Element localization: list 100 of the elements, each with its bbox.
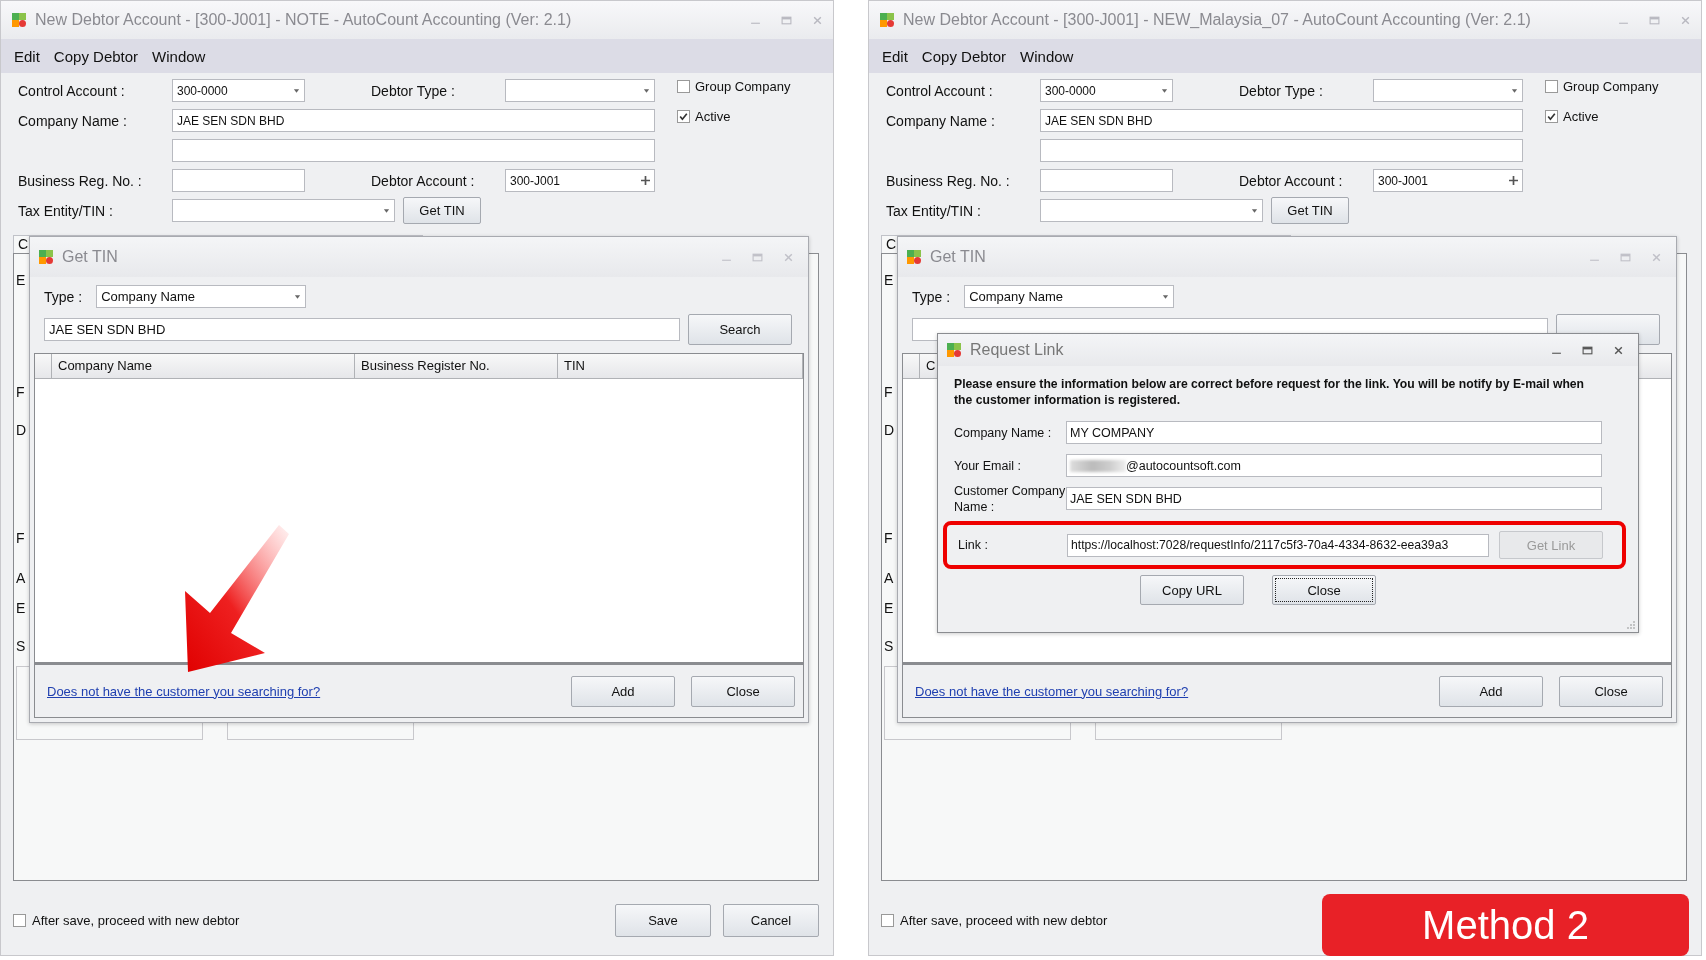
checkbox[interactable] — [1545, 110, 1558, 123]
dropdown-field[interactable] — [505, 79, 655, 102]
input-field[interactable]: JAE SEN SDN BHD — [1066, 487, 1602, 510]
menu-item[interactable]: Window — [1013, 47, 1081, 65]
caret-icon — [643, 88, 650, 93]
dialog-button[interactable]: Save — [615, 903, 711, 937]
field-label: Link : — [958, 537, 989, 553]
caret-icon — [383, 208, 390, 213]
field-label: A — [884, 570, 894, 586]
caret-icon — [1161, 88, 1168, 93]
plus-icon[interactable] — [1509, 176, 1518, 185]
caret-icon — [293, 88, 300, 93]
dropdown-field[interactable]: 300-0000 — [1040, 79, 1173, 102]
checkbox[interactable] — [1545, 80, 1558, 93]
get-tin-button[interactable]: Get TIN — [1271, 197, 1349, 224]
menu-item[interactable]: Edit — [875, 47, 915, 65]
field-label: Company Name : — [18, 112, 128, 129]
field-label: Debtor Account : — [371, 172, 476, 189]
caret-icon — [1251, 208, 1258, 213]
input-field[interactable] — [1040, 169, 1173, 192]
dialog-button[interactable]: Add — [571, 675, 675, 707]
menu-item[interactable]: Window — [145, 47, 213, 65]
checkbox[interactable] — [677, 80, 690, 93]
checkbox-label: Group Company — [695, 79, 791, 94]
field-label: Business Reg. No. : — [886, 172, 1011, 189]
input-field[interactable] — [172, 169, 305, 192]
dropdown-field[interactable] — [1373, 79, 1523, 102]
dialog-title: Get TIN — [62, 248, 118, 266]
column-header[interactable]: Company Name — [52, 354, 355, 378]
search-field[interactable]: JAE SEN SDN BHD — [44, 318, 680, 341]
checkbox[interactable] — [13, 913, 26, 927]
menu-item[interactable]: Copy Debtor — [46, 47, 146, 65]
checkbox-label: After save, proceed with new debtor — [900, 912, 1108, 928]
checkbox[interactable] — [677, 110, 690, 123]
window-title: New Debtor Account - [300-J001] - NOTE - AutoCount Accounting (Ver: 2.1) — [35, 11, 572, 29]
debtor-account-field[interactable]: 300-J001 — [505, 169, 655, 192]
link-field[interactable]: https://localhost:7028/requestInfo/2117c5f3-70a4-4334-8632-eea39a3 — [1067, 533, 1489, 557]
dialog-button[interactable]: Close — [1559, 675, 1663, 707]
search-button[interactable]: Search — [688, 314, 792, 345]
input-field[interactable]: @autocountsoft.com — [1066, 454, 1602, 477]
window-title: New Debtor Account - [300-J001] - NEW_Malaysia_07 - AutoCount Accounting (Ver: 2.1) — [903, 11, 1531, 29]
field-label: D — [16, 422, 27, 438]
plus-icon[interactable] — [641, 176, 650, 185]
dialog-button[interactable]: Close — [691, 675, 795, 707]
field-label: S — [16, 638, 26, 654]
column-header[interactable]: Business Register No. — [355, 354, 558, 378]
instruction-text: Please ensure the information below are correct before request for the link. You will be notify by E-mail when the customer information is registered. — [954, 376, 1586, 408]
type-dropdown[interactable]: Company Name — [964, 285, 1175, 308]
dialog-button[interactable]: Close — [1272, 575, 1376, 605]
input-field[interactable]: MY COMPANY — [1066, 421, 1602, 444]
resize-grip-icon[interactable] — [1627, 621, 1635, 629]
field-label: Tax Entity/TIN : — [18, 202, 114, 219]
caret-icon — [1162, 294, 1170, 299]
debtor-account-field[interactable]: 300-J001 — [1373, 169, 1523, 192]
field-label: Control Account : — [18, 82, 126, 99]
field-label: A — [16, 570, 26, 586]
link[interactable]: Does not have the customer you searching for? — [47, 683, 321, 699]
method-badge: Method 2 — [1322, 894, 1689, 956]
app-icon — [879, 12, 895, 28]
field-label: F — [16, 384, 25, 400]
maximize-icon[interactable] — [1582, 344, 1593, 356]
field-label: F — [884, 384, 893, 400]
dialog-button[interactable]: Copy URL — [1140, 575, 1244, 605]
input-field[interactable] — [172, 139, 655, 162]
field-label: Debtor Account : — [1239, 172, 1344, 189]
caret-icon — [1511, 88, 1518, 93]
app-icon — [946, 342, 962, 358]
field-label: E — [16, 600, 26, 616]
field-label: E — [16, 272, 26, 288]
dropdown-field[interactable] — [172, 199, 395, 222]
field-label: S — [884, 638, 894, 654]
type-dropdown[interactable]: Company Name — [96, 285, 307, 308]
menu-item[interactable]: Copy Debtor — [914, 47, 1014, 65]
dialog-title: Get TIN — [930, 248, 986, 266]
field-label: E — [884, 600, 894, 616]
checkbox-label: After save, proceed with new debtor — [32, 912, 240, 928]
field-label: Debtor Type : — [371, 82, 456, 99]
dialog-button[interactable]: Cancel — [723, 903, 819, 937]
input-field[interactable] — [1040, 139, 1523, 162]
field-label: Business Reg. No. : — [18, 172, 143, 189]
link[interactable]: Does not have the customer you searching for? — [915, 683, 1189, 699]
field-label: Debtor Type : — [1239, 82, 1324, 99]
dropdown-field[interactable]: 300-0000 — [172, 79, 305, 102]
field-label: E — [884, 272, 894, 288]
field-label: Control Account : — [886, 82, 994, 99]
menu-item[interactable]: Edit — [7, 47, 47, 65]
get-tin-button[interactable]: Get TIN — [403, 197, 481, 224]
dropdown-field[interactable] — [1040, 199, 1263, 222]
app-icon — [38, 249, 54, 265]
blurred-text — [1070, 459, 1126, 472]
field-label: F — [16, 530, 25, 546]
dialog-button[interactable]: Add — [1439, 675, 1543, 707]
column-header[interactable]: TIN — [558, 354, 803, 378]
checkbox[interactable] — [881, 913, 894, 927]
company-name-field[interactable]: JAE SEN SDN BHD — [1040, 109, 1523, 132]
checkbox-label: Active — [695, 109, 731, 124]
company-name-field[interactable]: JAE SEN SDN BHD — [172, 109, 655, 132]
checkbox-label: Active — [1563, 109, 1599, 124]
field-label: Tax Entity/TIN : — [886, 202, 982, 219]
close-icon[interactable] — [1613, 344, 1624, 356]
